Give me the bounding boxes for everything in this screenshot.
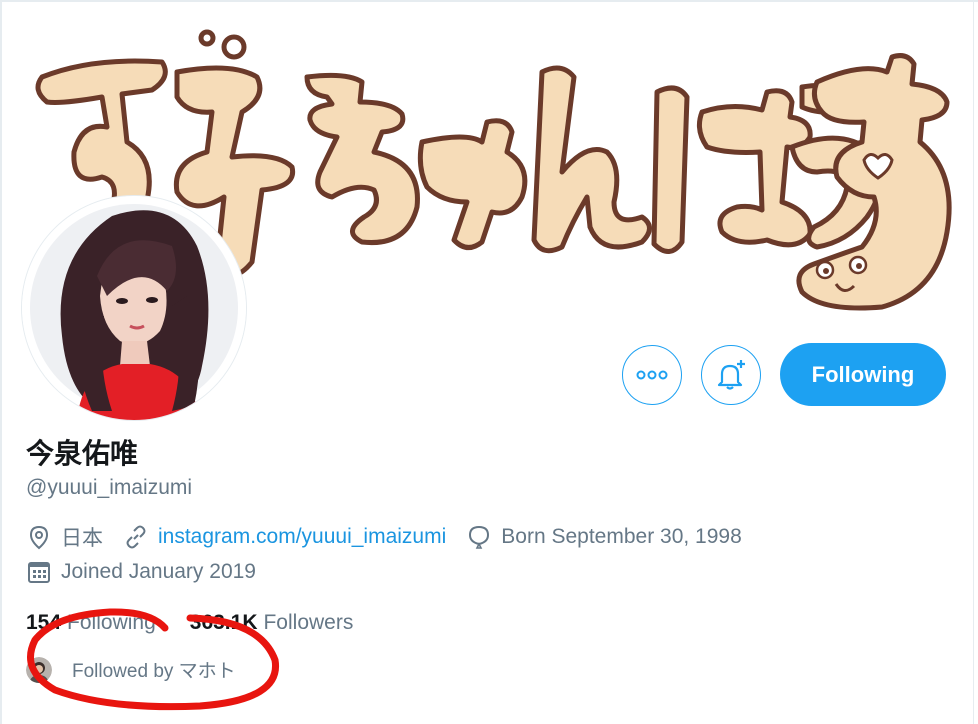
following-stat[interactable]: 154 Following (26, 611, 156, 635)
website-item[interactable]: instagram.com/yuuui_imaizumi (123, 524, 446, 550)
location-item: 日本 (26, 522, 103, 552)
joined-text: Joined January 2019 (61, 560, 256, 583)
followers-label: Followers (263, 611, 354, 634)
joined-item: Joined January 2019 (26, 559, 256, 585)
follower-avatar (26, 656, 52, 683)
birthday-text: Born September 30, 1998 (501, 525, 742, 548)
calendar-icon (28, 562, 50, 583)
followers-stat[interactable]: 363.1K Followers (190, 611, 354, 635)
avatar-photo (22, 196, 246, 420)
location-text: 日本 (61, 527, 103, 550)
following-label: Following (67, 611, 156, 634)
followed-by-row[interactable]: Followed by マホト (26, 656, 236, 683)
follower-avatar-photo (26, 656, 52, 683)
followed-by-text: Followed by マホト (72, 661, 236, 682)
bell-plus-icon (717, 360, 745, 390)
follow-stats: 154 Following 363.1K Followers (26, 611, 387, 635)
profile-name: 今泉佑唯 (26, 438, 139, 469)
following-button[interactable]: Following (780, 343, 946, 406)
profile-meta-row: 日本 instagram.com/yuuui_imaizumi Born Sep… (26, 522, 762, 552)
followers-count: 363.1K (189, 611, 258, 634)
balloon-icon (469, 525, 490, 549)
profile-handle: @yuuui_imaizumi (26, 476, 193, 499)
link-icon (126, 525, 146, 549)
birthday-item: Born September 30, 1998 (466, 524, 742, 550)
following-count: 154 (26, 611, 62, 634)
frame-right (973, 0, 974, 724)
more-dots-icon (636, 370, 668, 380)
more-options-button[interactable] (622, 345, 682, 405)
location-pin-icon (29, 525, 49, 550)
profile-avatar[interactable] (22, 196, 246, 420)
website-link[interactable]: instagram.com/yuuui_imaizumi (158, 525, 446, 549)
notifications-button[interactable] (701, 345, 761, 405)
profile-joined-row: Joined January 2019 (26, 559, 276, 585)
